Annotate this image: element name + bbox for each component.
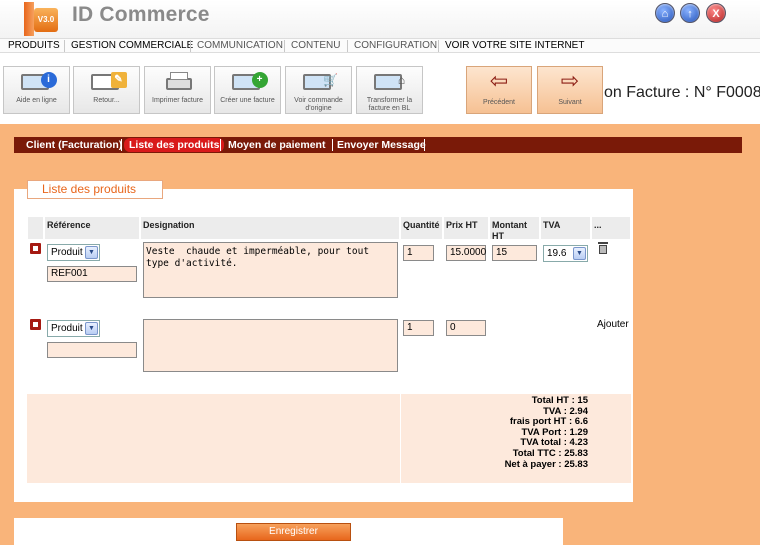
create-invoice-button[interactable]: + Créer une facture <box>214 66 281 114</box>
home-icon[interactable]: ⌂ <box>655 3 675 23</box>
app-title: ID Commerce <box>72 3 210 26</box>
quantity-field[interactable]: 1 <box>403 245 434 261</box>
column-header-more: ... <box>591 216 631 240</box>
tab-bar: Client (Facturation) Liste des produits … <box>14 137 742 153</box>
back-button[interactable]: ✎ Retour... <box>73 66 140 114</box>
save-button[interactable]: Enregistrer <box>236 523 351 541</box>
total-ttc: Total TTC : 25.83 <box>512 447 588 459</box>
menu-communication[interactable]: COMMUNICATION <box>190 40 283 52</box>
tab-separator <box>424 139 425 151</box>
chevron-down-icon: ▼ <box>573 247 586 260</box>
new-designation-field[interactable] <box>143 319 398 372</box>
help-label: Aide en ligne <box>16 97 57 104</box>
page-title: on Facture : N° F0008 <box>604 84 760 101</box>
section-title: Liste des produits <box>27 180 163 199</box>
totals-summary: Total HT : 15 TVA : 2.94 frais port HT :… <box>400 395 588 470</box>
document-icon[interactable] <box>30 243 41 254</box>
tab-liste-produits[interactable]: Liste des produits <box>124 138 225 152</box>
tab-separator <box>220 139 221 151</box>
arrow-left-icon: ⇦ <box>489 68 509 93</box>
previous-button[interactable]: ⇦ Précédent <box>466 66 532 114</box>
house-icon: ⌂ <box>368 70 412 94</box>
tab-separator <box>332 139 333 151</box>
new-reference-field[interactable] <box>47 342 137 358</box>
add-link[interactable]: Ajouter <box>597 319 629 330</box>
logo-stripe <box>24 2 34 36</box>
version-badge: V3.0 <box>34 8 58 32</box>
main-menu: PRODUITS GESTION COMMERCIALE COMMUNICATI… <box>0 38 760 53</box>
up-arrow-icon[interactable]: ↑ <box>680 3 700 23</box>
app-header: V3.0 ID Commerce ⌂ ↑ X <box>0 0 760 38</box>
column-header-icon <box>27 216 44 240</box>
product-type-value: Produit <box>51 247 83 258</box>
prev-label: Précédent <box>483 99 515 106</box>
edit-document-icon: ✎ <box>85 70 129 94</box>
transform-button[interactable]: ⌂ Transformer la facture en BL <box>356 66 423 114</box>
designation-field[interactable]: Veste chaude et imperméable, pour tout t… <box>143 242 398 298</box>
column-header-tva: TVA <box>540 216 591 240</box>
printer-icon <box>156 70 200 94</box>
chevron-down-icon: ▼ <box>85 246 98 259</box>
new-product-type-select[interactable]: Produit ▼ <box>47 320 100 337</box>
chevron-down-icon: ▼ <box>85 322 98 335</box>
help-button[interactable]: i Aide en ligne <box>3 66 70 114</box>
tva-select[interactable]: 19.6 ▼ <box>543 245 588 262</box>
view-order-button[interactable]: 🛒 Voir commande d'origine <box>285 66 352 114</box>
column-header-montant-ht: Montant HT <box>489 216 540 241</box>
print-label: Imprimer facture <box>152 97 203 104</box>
new-product-type-value: Produit <box>51 323 83 334</box>
column-header-prix-ht: Prix HT <box>443 216 489 240</box>
unit-price-field[interactable]: 15.0000 <box>446 245 486 261</box>
tab-envoyer-message[interactable]: Envoyer Message <box>337 138 426 152</box>
new-quantity-field[interactable]: 1 <box>403 320 434 336</box>
tab-client[interactable]: Client (Facturation) <box>26 138 122 152</box>
menu-contenu[interactable]: CONTENU <box>284 40 340 52</box>
menu-voir-site[interactable]: VOIR VOTRE SITE INTERNET <box>438 40 584 52</box>
tab-separator <box>121 139 122 151</box>
print-button[interactable]: Imprimer facture <box>144 66 211 114</box>
reference-field[interactable]: REF001 <box>47 266 137 282</box>
back-label: Retour... <box>93 97 120 104</box>
arrow-right-icon: ⇨ <box>560 68 580 93</box>
document-icon[interactable] <box>30 319 41 330</box>
close-icon[interactable]: X <box>706 3 726 23</box>
view-order-label: Voir commande d'origine <box>294 97 343 112</box>
transform-label: Transformer la facture en BL <box>366 97 413 112</box>
tva-value: 19.6 <box>547 248 567 259</box>
new-unit-price-field[interactable]: 0 <box>446 320 486 336</box>
trash-icon[interactable] <box>598 242 608 254</box>
total-ht: Total HT : 15 <box>531 395 588 406</box>
column-header-reference: Référence <box>44 216 140 240</box>
app-logo: V3.0 <box>24 2 64 36</box>
cart-icon: 🛒 <box>297 70 341 94</box>
menu-configuration[interactable]: CONFIGURATION <box>347 40 437 52</box>
add-icon: + <box>226 70 270 94</box>
amount-field[interactable]: 15 <box>492 245 537 261</box>
column-header-designation: Designation <box>140 216 400 240</box>
next-button[interactable]: ⇨ Suivant <box>537 66 603 114</box>
net-a-payer: Net à payer : 25.83 <box>504 458 588 470</box>
menu-produits[interactable]: PRODUITS <box>2 40 60 52</box>
column-header-quantite: Quantité <box>400 216 443 240</box>
create-label: Créer une facture <box>220 97 275 104</box>
product-type-select[interactable]: Produit ▼ <box>47 244 100 261</box>
tab-moyen-paiement[interactable]: Moyen de paiement <box>228 138 325 152</box>
help-info-icon: i <box>15 70 59 94</box>
next-label: Suivant <box>558 99 582 106</box>
menu-gestion-commerciale[interactable]: GESTION COMMERCIALE <box>64 40 193 52</box>
